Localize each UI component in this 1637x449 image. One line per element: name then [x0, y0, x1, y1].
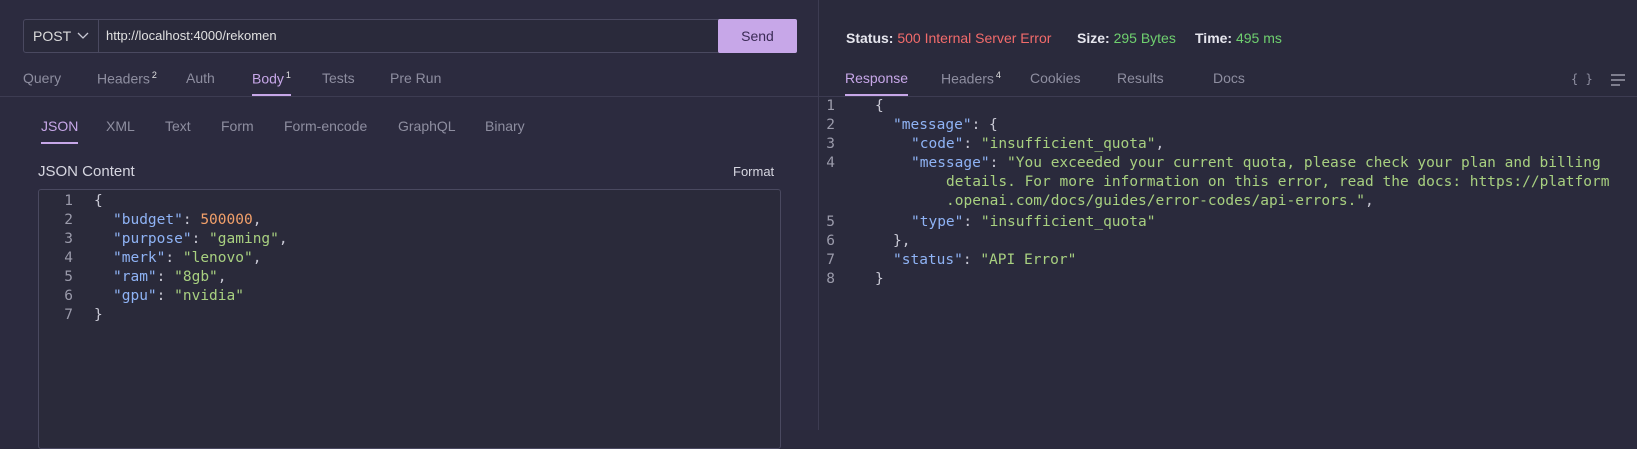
tab-auth[interactable]: Auth [186, 70, 215, 94]
tab-label: Tests [322, 70, 355, 86]
tab-form[interactable]: Form [221, 118, 254, 142]
code-line: details. For more information on this er… [946, 174, 1610, 190]
chevron-down-icon [77, 32, 89, 39]
code-line: "status": "API Error" [893, 252, 1077, 268]
tab-label: Query [23, 70, 62, 86]
time-info: Time: 495 ms [1195, 30, 1282, 46]
code-line: "gpu": "nvidia" [113, 288, 244, 304]
time-value: 495 ms [1235, 30, 1282, 46]
tab-json[interactable]: JSON [41, 118, 79, 144]
tab-binary[interactable]: Binary [485, 118, 525, 142]
send-button[interactable]: Send [718, 19, 797, 53]
request-panel: POST http://localhost:4000/rekomen Send … [0, 0, 818, 449]
response-panel: Status: 500 Internal Server Error Size: … [819, 0, 1637, 430]
tab-body[interactable]: Body 1 [252, 70, 291, 96]
size-label: Size: [1077, 30, 1110, 46]
json-body-editor[interactable]: 1 2 3 4 5 6 7 { "budget": 500000, "purpo… [38, 189, 781, 449]
tab-results[interactable]: Results [1117, 70, 1164, 94]
status-value: 500 Internal Server Error [897, 30, 1052, 46]
format-button[interactable]: Format [733, 164, 774, 179]
tab-label: Auth [186, 70, 215, 86]
code-line: } [94, 307, 103, 323]
tab-form-encode[interactable]: Form-encode [284, 118, 367, 142]
tab-label: Pre Run [390, 70, 442, 86]
code-line: }, [893, 233, 911, 249]
method-select[interactable]: POST [24, 20, 99, 52]
status-label: Status: [846, 30, 894, 46]
tab-query[interactable]: Query [23, 70, 61, 94]
wrap-lines-icon[interactable] [1611, 74, 1625, 86]
tab-response-headers[interactable]: Headers 4 [941, 70, 1001, 94]
tab-badge: 4 [995, 70, 1001, 80]
size-info: Size: 295 Bytes [1077, 30, 1176, 46]
code-line: "budget": 500000, [113, 212, 262, 228]
tab-tests[interactable]: Tests [322, 70, 355, 94]
divider [819, 96, 1637, 97]
status-info: Status: 500 Internal Server Error [846, 30, 1051, 46]
code-line: } [875, 271, 884, 287]
tab-badge: 1 [285, 70, 291, 80]
method-label: POST [33, 28, 72, 44]
code-line: "message": "You exceeded your current qu… [911, 155, 1601, 171]
url-bar: POST http://localhost:4000/rekomen [23, 19, 796, 53]
code-line: "message": { [893, 117, 998, 133]
code-line: .openai.com/docs/guides/error-codes/api-… [946, 193, 1374, 209]
tab-label: Headers [941, 70, 994, 87]
code-line: "purpose": "gaming", [113, 231, 288, 247]
time-label: Time: [1195, 30, 1233, 46]
url-input[interactable]: http://localhost:4000/rekomen [106, 20, 277, 52]
tab-headers[interactable]: Headers 2 [97, 70, 157, 94]
tab-label: Body [252, 70, 284, 87]
json-content-title: JSON Content [38, 163, 135, 180]
tab-response[interactable]: Response [845, 70, 909, 96]
tab-text[interactable]: Text [165, 118, 191, 142]
size-value: 295 Bytes [1113, 30, 1176, 46]
tab-badge: 2 [151, 70, 157, 80]
divider [0, 96, 818, 97]
braces-icon[interactable]: { } [1571, 72, 1593, 86]
tab-label: Headers [97, 70, 150, 87]
code-line: "type": "insufficient_quota" [911, 214, 1156, 230]
tab-pre-run[interactable]: Pre Run [390, 70, 441, 94]
code-line: "code": "insufficient_quota", [911, 136, 1165, 152]
code-line: { [875, 98, 884, 114]
code-line: "merk": "lenovo", [113, 250, 262, 266]
tab-cookies[interactable]: Cookies [1030, 70, 1081, 94]
tab-xml[interactable]: XML [106, 118, 135, 142]
code-line: "ram": "8gb", [113, 269, 227, 285]
tab-docs[interactable]: Docs [1213, 70, 1245, 94]
tab-graphql[interactable]: GraphQL [398, 118, 456, 142]
code-line: { [94, 193, 103, 209]
